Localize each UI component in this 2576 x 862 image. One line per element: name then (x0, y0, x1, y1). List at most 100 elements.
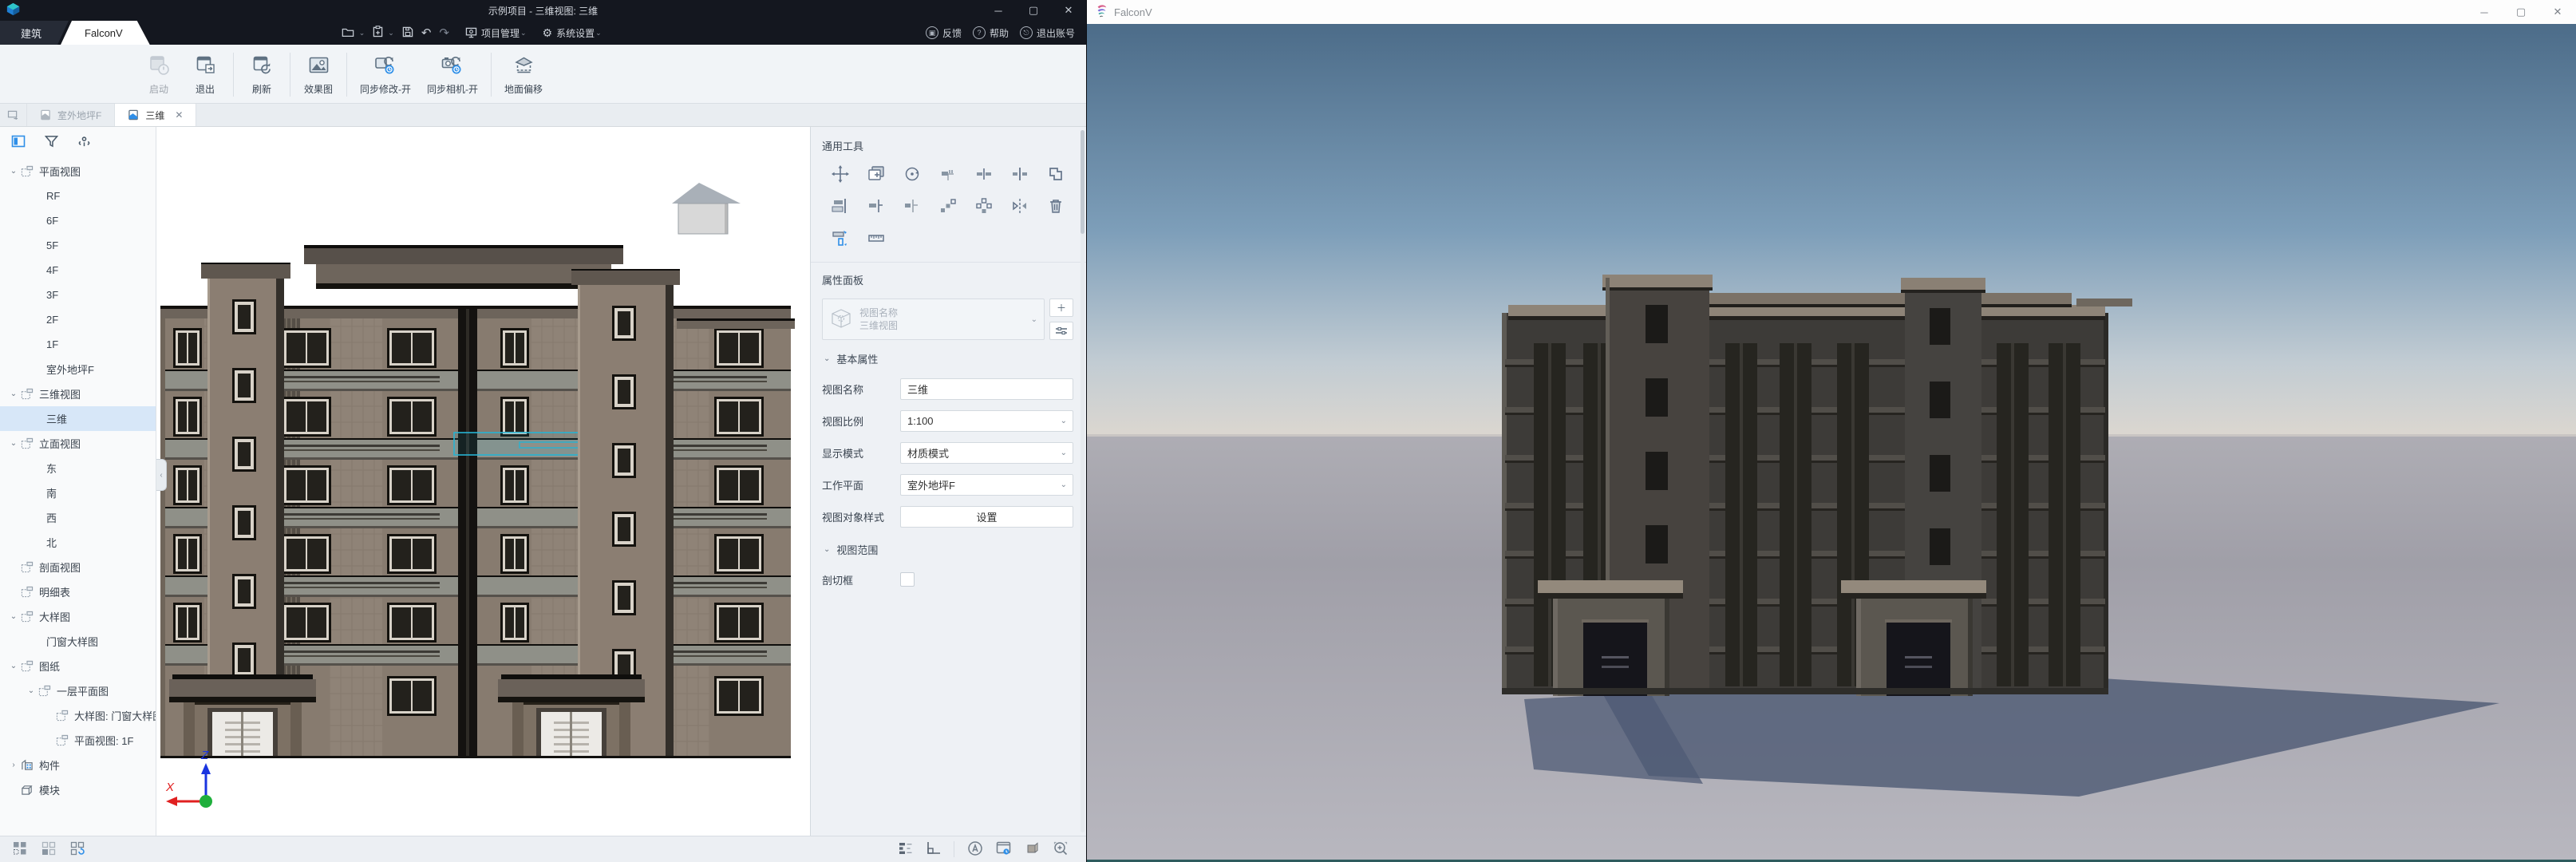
grid-select-icon[interactable] (13, 841, 27, 858)
grid-outline-icon[interactable] (41, 841, 56, 858)
tree-item-大样图-门窗大样图[interactable]: 大样图: 门窗大样图 (0, 703, 156, 728)
tree-item-平面视图[interactable]: ⌄平面视图 (0, 159, 156, 184)
render-close-button[interactable]: ✕ (2539, 0, 2576, 24)
zoom-fit-icon[interactable] (1053, 840, 1069, 859)
tool-mirror-icon[interactable] (1003, 196, 1036, 216)
tree-item-西[interactable]: 西 (0, 505, 156, 530)
model-canvas[interactable]: XZ ‹ (156, 127, 810, 836)
shaded-cube-icon[interactable] (1025, 840, 1040, 858)
ribbon-button-exit[interactable]: 退出 (182, 48, 228, 101)
tree-item-三维[interactable]: 三维 (0, 406, 156, 431)
settings-button[interactable]: 设置 (900, 506, 1073, 528)
tool-align-right-icon[interactable] (895, 196, 928, 216)
clipboard-dropdown-icon[interactable]: ⌄ (388, 29, 394, 38)
tree-item-6F[interactable]: 6F (0, 208, 156, 233)
tree-item-图纸[interactable]: ⌄图纸 (0, 654, 156, 678)
tool-rotate-icon[interactable] (895, 164, 928, 184)
system-settings-menu[interactable]: ⚙ 系统设置⌄ (543, 26, 602, 40)
tab-falconv[interactable]: FalconV (61, 21, 150, 45)
chevron-down-icon[interactable]: ⌄ (8, 167, 19, 176)
tool-measure-icon[interactable] (859, 228, 892, 247)
tree-item-明细表[interactable]: 明细表 (0, 579, 156, 604)
ribbon-button-ground-offset[interactable]: 地面偏移 (496, 48, 551, 101)
help-button[interactable]: ?帮助 (973, 26, 1009, 40)
annotation-visibility-icon[interactable] (967, 840, 983, 859)
maximize-button[interactable]: ▢ (1016, 0, 1051, 21)
render-maximize-button[interactable]: ▢ (2503, 0, 2539, 24)
tree-item-3F[interactable]: 3F (0, 283, 156, 307)
tool-trim-icon[interactable] (931, 164, 964, 184)
view-tab-1[interactable]: 室外地坪F (27, 104, 115, 126)
redo-icon[interactable]: ↷ (439, 26, 449, 40)
panel-toggle-icon[interactable] (11, 135, 26, 150)
open-file-dropdown-icon[interactable]: ⌄ (359, 29, 365, 38)
open-file-icon[interactable] (342, 26, 354, 40)
render-viewport[interactable] (1087, 24, 2576, 860)
project-management-menu[interactable]: 项目管理⌄ (465, 26, 527, 40)
type-selector[interactable]: 视图名称三维视图 ⌄ (822, 299, 1045, 340)
field-select-显示模式[interactable]: 材质模式 (900, 442, 1073, 464)
grid-refresh-icon[interactable] (70, 841, 85, 858)
tree-item-1F[interactable]: 1F (0, 332, 156, 357)
tool-delete-icon[interactable] (1039, 196, 1072, 216)
tool-move-icon[interactable] (824, 164, 856, 184)
sidebar-collapse-handle[interactable]: ‹ (156, 459, 167, 491)
save-icon[interactable] (402, 26, 413, 40)
tree-item-室外地坪F[interactable]: 室外地坪F (0, 357, 156, 382)
view-tab-2[interactable]: 三维✕ (115, 104, 196, 126)
restore-view-icon[interactable] (0, 104, 27, 126)
chevron-down-icon[interactable]: ⌄ (8, 439, 19, 448)
field-input-视图名称[interactable]: 三维 (900, 378, 1073, 400)
tree-item-构件[interactable]: ›构件 (0, 753, 156, 777)
tab-architecture[interactable]: 建筑 (0, 21, 69, 45)
tree-item-北[interactable]: 北 (0, 530, 156, 555)
field-select-工作平面[interactable]: 室外地坪F (900, 474, 1073, 496)
window-time-icon[interactable] (996, 841, 1012, 858)
section-header-视图范围[interactable]: ⌄视图范围 (824, 542, 1073, 557)
filter-icon[interactable] (45, 135, 58, 150)
tool-align-center-icon[interactable] (1003, 164, 1036, 184)
chevron-down-icon[interactable]: ⌄ (8, 612, 19, 621)
chevron-down-icon[interactable]: ⌄ (8, 389, 19, 398)
section-header-基本属性[interactable]: ⌄基本属性 (824, 351, 1073, 366)
close-tab-icon[interactable]: ✕ (175, 109, 183, 121)
chevron-right-icon[interactable]: › (8, 761, 19, 769)
tree-item-模块[interactable]: 模块 (0, 777, 156, 802)
tool-split-icon[interactable] (967, 164, 1000, 184)
minimize-button[interactable]: ─ (981, 0, 1016, 21)
chevron-down-icon[interactable]: ⌄ (26, 686, 37, 695)
properties-scrollbar[interactable] (1081, 130, 1085, 832)
tool-match-icon[interactable] (1039, 164, 1072, 184)
tree-item-三维视图[interactable]: ⌄三维视图 (0, 382, 156, 406)
tree-item-4F[interactable]: 4F (0, 258, 156, 283)
tree-item-一层平面图[interactable]: ⌄一层平面图 (0, 678, 156, 703)
feedback-button[interactable]: ▣反馈 (926, 26, 962, 40)
checkbox-剖切框[interactable] (900, 572, 915, 587)
tool-array-icon[interactable] (931, 196, 964, 216)
tree-item-2F[interactable]: 2F (0, 307, 156, 332)
bim-model-facade[interactable]: XZ (156, 127, 811, 836)
tree-item-南[interactable]: 南 (0, 480, 156, 505)
locate-icon[interactable] (77, 134, 91, 150)
ribbon-button-render[interactable]: 效果图 (295, 48, 342, 101)
tree-item-门窗大样图[interactable]: 门窗大样图 (0, 629, 156, 654)
tool-align-bottom-icon[interactable] (824, 196, 856, 216)
undo-icon[interactable]: ↶ (421, 26, 432, 40)
tool-align-left-icon[interactable] (859, 196, 892, 216)
field-select-视图比例[interactable]: 1:100 (900, 410, 1073, 432)
tool-copy-icon[interactable] (859, 164, 892, 184)
chevron-down-icon[interactable]: ⌄ (8, 662, 19, 670)
tree-item-立面视图[interactable]: ⌄立面视图 (0, 431, 156, 456)
logout-button[interactable]: ⎋退出账号 (1020, 26, 1075, 40)
corner-trim-icon[interactable] (926, 841, 941, 857)
tree-item-大样图[interactable]: ⌄大样图 (0, 604, 156, 629)
detail-level-icon[interactable] (899, 841, 914, 858)
tree-item-5F[interactable]: 5F (0, 233, 156, 258)
tree-item-RF[interactable]: RF (0, 184, 156, 208)
tree-item-平面视图-1F[interactable]: 平面视图: 1F (0, 728, 156, 753)
property-filter-button[interactable] (1049, 322, 1073, 340)
close-button[interactable]: ✕ (1051, 0, 1086, 21)
ribbon-button-sync-camera[interactable]: 同步相机-开 (419, 48, 486, 101)
tool-offset-icon[interactable] (824, 228, 856, 247)
tree-item-剖面视图[interactable]: 剖面视图 (0, 555, 156, 579)
